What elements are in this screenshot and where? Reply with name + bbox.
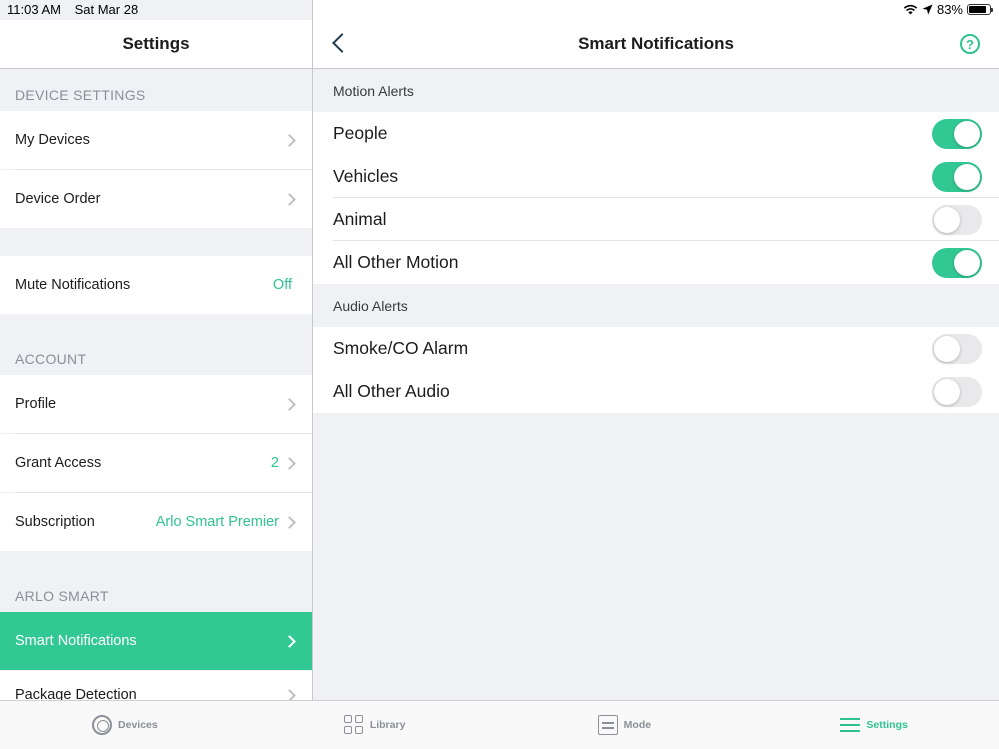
row-profile[interactable]: Profile (0, 375, 312, 433)
mode-icon (597, 715, 618, 735)
people-toggle[interactable] (932, 118, 982, 149)
section-device-settings: DEVICE SETTINGS (15, 87, 146, 103)
toggle-row-vehicles: Vehicles (313, 155, 999, 198)
settings-icon (840, 715, 861, 735)
tab-library[interactable]: Library (250, 701, 500, 749)
vehicles-toggle[interactable] (932, 161, 982, 192)
battery-icon (967, 4, 993, 15)
row-label: Grant Access (15, 455, 102, 471)
all-other-audio-toggle[interactable] (932, 376, 982, 407)
row-label: Subscription (15, 514, 95, 530)
toggle-row-people: People (313, 112, 999, 155)
settings-title: Settings (122, 34, 190, 53)
status-date: Sat Mar 28 (74, 2, 139, 17)
chevron-right-icon (283, 634, 296, 648)
page-title: Smart Notifications (578, 34, 734, 53)
tab-label: Mode (623, 719, 652, 731)
chevron-right-icon (283, 456, 296, 470)
grant-access-count: 2 (270, 455, 279, 471)
all-other-motion-toggle[interactable] (932, 247, 982, 278)
tab-settings[interactable]: Settings (749, 701, 999, 749)
tab-label: Devices (118, 719, 158, 731)
section-motion-alerts: Motion Alerts (333, 83, 414, 99)
animal-toggle[interactable] (932, 204, 982, 235)
chevron-right-icon (283, 515, 296, 529)
status-bar: 11:03 AM Sat Mar 28 83% (0, 0, 999, 20)
row-package-detection[interactable]: Package Detection (0, 671, 312, 700)
section-account: ACCOUNT (15, 351, 87, 367)
toggle-label: Smoke/CO Alarm (333, 338, 469, 358)
row-label: Package Detection (15, 687, 137, 700)
row-label: Profile (15, 396, 57, 412)
chevron-right-icon (283, 192, 296, 206)
toggle-label: All Other Motion (333, 252, 459, 272)
chevron-right-icon (283, 133, 296, 147)
location-arrow-icon (922, 4, 933, 15)
section-audio-alerts: Audio Alerts (333, 298, 408, 314)
row-smart-notifications[interactable]: Smart Notifications (0, 612, 312, 670)
row-my-devices[interactable]: My Devices (0, 111, 312, 169)
mute-value: Off (272, 277, 292, 293)
chevron-right-icon (283, 688, 296, 700)
toggle-label: All Other Audio (333, 381, 450, 401)
row-device-order[interactable]: Device Order (0, 170, 312, 228)
toggle-label: Vehicles (333, 166, 399, 186)
tab-bar: Devices Library Mode Settings (0, 700, 999, 749)
row-label: Smart Notifications (15, 633, 137, 649)
row-label: My Devices (15, 132, 90, 148)
tab-label: Settings (866, 719, 908, 731)
devices-icon (92, 715, 113, 735)
section-arlo-smart: ARLO SMART (15, 588, 109, 604)
settings-header: Settings (0, 20, 312, 69)
row-label: Mute Notifications (15, 277, 131, 293)
subscription-plan: Arlo Smart Premier (155, 514, 279, 530)
toggle-row-all-other-audio: All Other Audio (313, 370, 999, 413)
wifi-icon (903, 4, 918, 15)
row-grant-access[interactable]: Grant Access 2 (0, 434, 312, 492)
smoke-co-alarm-toggle[interactable] (932, 333, 982, 364)
row-label: Device Order (15, 191, 101, 207)
battery-percent: 83% (936, 2, 963, 17)
tab-mode[interactable]: Mode (500, 701, 750, 749)
help-icon[interactable]: ? (960, 34, 980, 54)
row-mute-notifications[interactable]: Mute Notifications Off (0, 256, 312, 314)
settings-master-pane: Settings DEVICE SETTINGS My Devices Devi… (0, 0, 312, 700)
detail-pane: Motion Alerts People Vehicles Animal All… (313, 69, 999, 700)
toggle-label: Animal (333, 209, 387, 229)
row-subscription[interactable]: Subscription Arlo Smart Premier (0, 493, 312, 551)
toggle-row-animal: Animal (313, 198, 999, 241)
status-time: 11:03 AM (7, 2, 61, 17)
toggle-row-smoke-co-alarm: Smoke/CO Alarm (313, 327, 999, 370)
tab-devices[interactable]: Devices (0, 701, 250, 749)
toggle-row-all-other-motion: All Other Motion (313, 241, 999, 284)
tab-label: Library (369, 719, 406, 731)
detail-header: Smart Notifications ? (313, 20, 999, 69)
chevron-right-icon (283, 397, 296, 411)
toggle-label: People (333, 123, 388, 143)
library-icon (343, 715, 364, 735)
